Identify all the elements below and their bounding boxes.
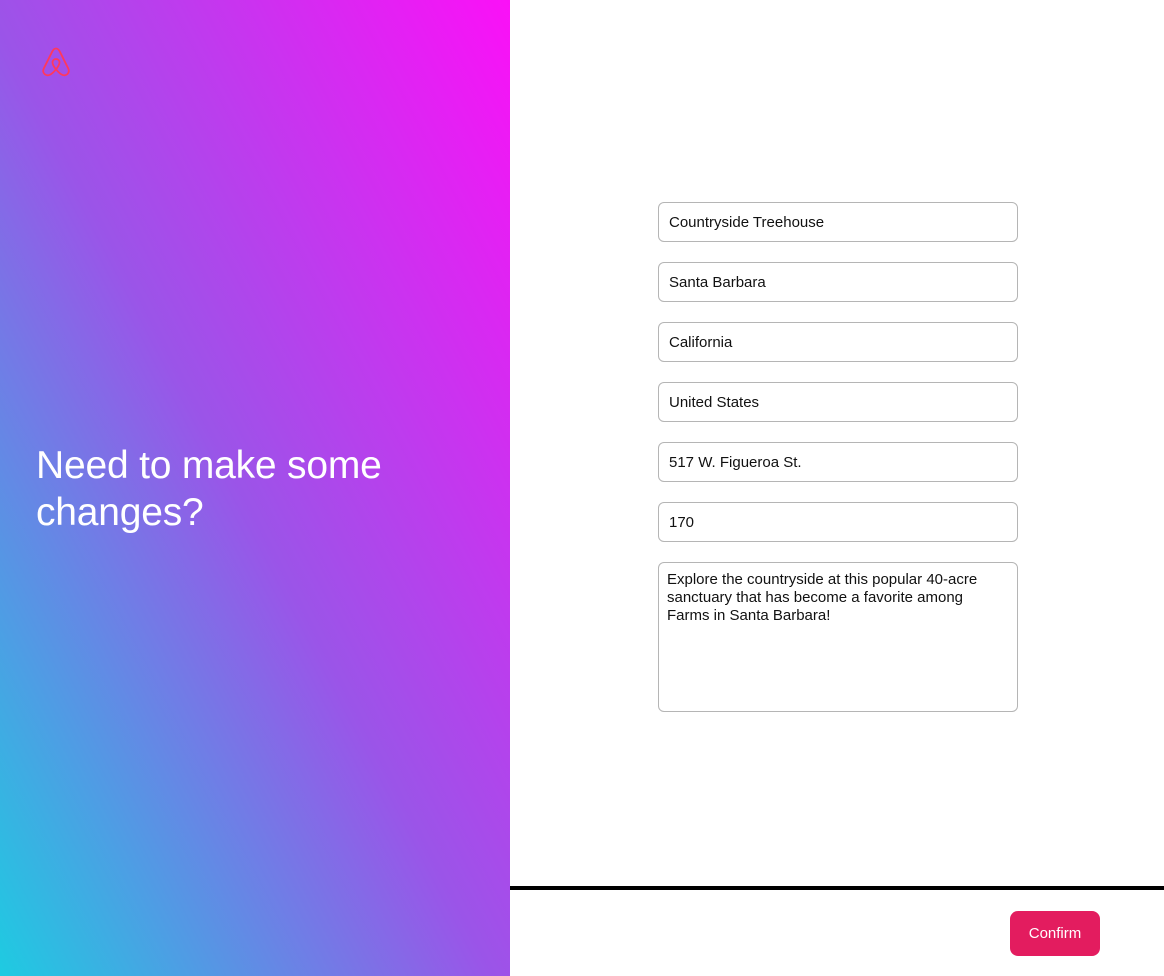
address-input[interactable] [658, 442, 1018, 482]
city-input[interactable] [658, 262, 1018, 302]
state-input[interactable] [658, 322, 1018, 362]
page-headline: Need to make some changes? [36, 444, 382, 534]
airbnb-logo-icon[interactable] [38, 44, 74, 80]
hero-panel: Need to make some changes? [0, 0, 510, 976]
confirm-button[interactable]: Confirm [1010, 911, 1100, 956]
description-textarea[interactable]: Explore the countryside at this popular … [658, 562, 1018, 712]
edit-listing-panel: Explore the countryside at this popular … [510, 0, 1164, 976]
country-input[interactable] [658, 382, 1018, 422]
title-input[interactable] [658, 202, 1018, 242]
price-input[interactable] [658, 502, 1018, 542]
footer-divider [510, 886, 1164, 890]
